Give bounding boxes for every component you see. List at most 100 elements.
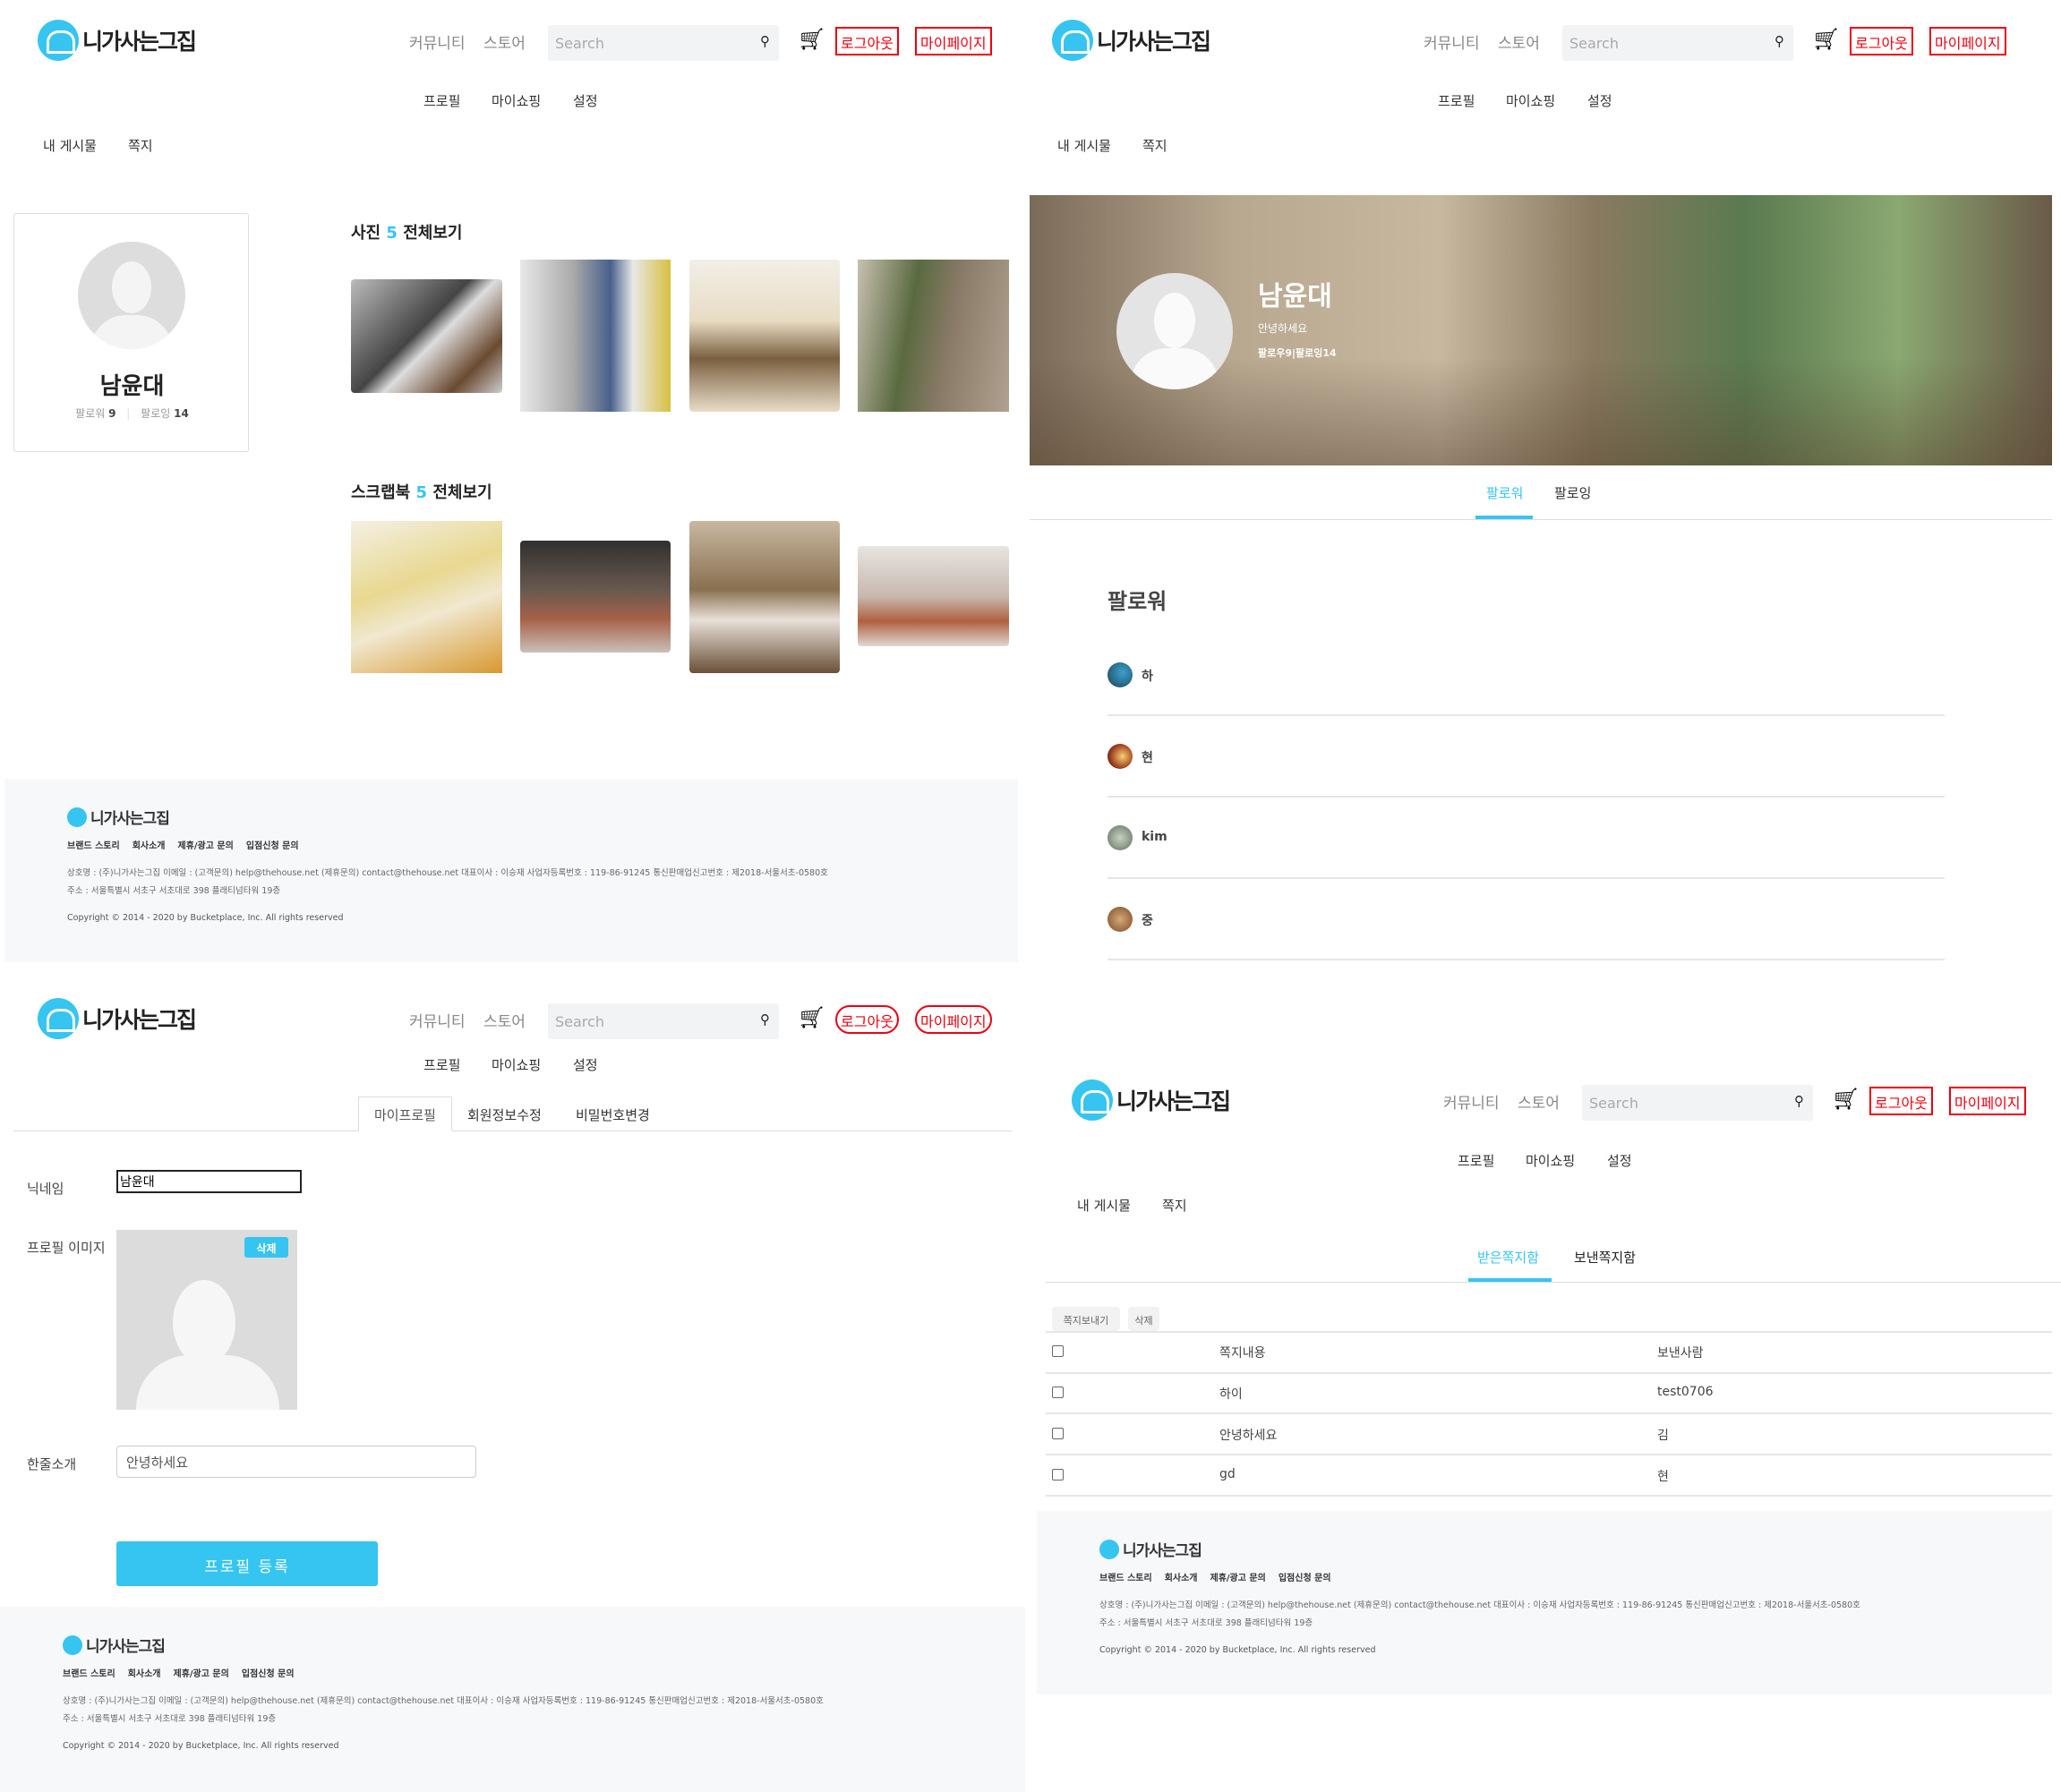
footer-link-partnership-inquiry[interactable]: 제휴/광고 문의 [178, 838, 234, 851]
scrapbook-heading[interactable]: 스크랩북 5 전체보기 [351, 480, 492, 503]
subnav-myshopping[interactable]: 마이쇼핑 [1526, 1151, 1575, 1170]
footer-link-partnership-inquiry[interactable]: 제휴/광고 문의 [1210, 1570, 1266, 1583]
tab-my-profile[interactable]: 마이프로필 [358, 1097, 452, 1131]
footer-link-brand-story[interactable]: 브랜드 스토리 [67, 838, 120, 851]
delete-messages-button[interactable]: 삭제 [1128, 1307, 1159, 1331]
mypage-button[interactable]: 마이페이지 [915, 27, 992, 55]
message-content[interactable]: 하이 [1219, 1385, 1243, 1403]
search-input[interactable]: Search ⚲ [548, 25, 779, 61]
subnav-settings[interactable]: 설정 [1587, 91, 1612, 110]
photo-thumbnail[interactable] [520, 260, 671, 412]
follower-item[interactable]: 현 [1107, 744, 1945, 780]
search-icon[interactable]: ⚲ [760, 33, 770, 49]
tab-my-posts[interactable]: 내 게시물 [43, 136, 97, 155]
logout-button[interactable]: 로그아웃 [835, 27, 899, 55]
nickname-input[interactable] [116, 1170, 302, 1193]
footer-logo[interactable]: 니가사는그집 [63, 1634, 166, 1656]
subnav-myshopping[interactable]: 마이쇼핑 [492, 91, 541, 110]
message-row[interactable]: 하이 test0706 [1046, 1372, 2052, 1414]
mypage-button[interactable]: 마이페이지 [1929, 27, 2006, 55]
tab-received-messages[interactable]: 받은쪽지함 [1477, 1248, 1539, 1267]
footer-link-partnership-inquiry[interactable]: 제휴/광고 문의 [174, 1666, 229, 1679]
nav-store[interactable]: 스토어 [483, 30, 526, 53]
tab-my-posts[interactable]: 내 게시물 [1057, 136, 1111, 155]
photo-thumbnail[interactable] [858, 260, 1009, 412]
message-row[interactable]: gd 현 [1046, 1455, 2052, 1497]
follower-item[interactable]: kim [1107, 825, 1945, 861]
tab-followers[interactable]: 팔로워 [1486, 483, 1523, 502]
subnav-profile[interactable]: 프로필 [1458, 1151, 1494, 1170]
search-icon[interactable]: ⚲ [760, 1011, 770, 1028]
footer-link-store-application[interactable]: 입점신청 문의 [242, 1666, 295, 1679]
cart-icon[interactable]: 🛒 [1834, 1088, 1858, 1111]
footer-link-brand-story[interactable]: 브랜드 스토리 [63, 1666, 115, 1679]
nav-community[interactable]: 커뮤니티 [409, 30, 466, 53]
logout-button[interactable]: 로그아웃 [1869, 1087, 1933, 1115]
message-content[interactable]: 안녕하세요 [1219, 1426, 1277, 1444]
subnav-myshopping[interactable]: 마이쇼핑 [1506, 91, 1555, 110]
site-logo[interactable]: 니가사는그집 [38, 998, 197, 1039]
tab-edit-member-info[interactable]: 회원정보수정 [467, 1105, 542, 1124]
scrapbook-thumbnail[interactable] [858, 546, 1009, 646]
subnav-profile[interactable]: 프로필 [423, 1055, 460, 1074]
subnav-settings[interactable]: 설정 [573, 1055, 598, 1074]
footer-link-store-application[interactable]: 입점신청 문의 [1279, 1570, 1331, 1583]
scrapbook-thumbnail[interactable] [689, 521, 840, 673]
follower-item[interactable]: 하 [1107, 662, 1945, 698]
delete-image-button[interactable]: 삭제 [244, 1237, 288, 1258]
site-logo[interactable]: 니가사는그집 [38, 20, 197, 61]
photo-thumbnail[interactable] [689, 260, 840, 412]
scrapbook-thumbnail[interactable] [520, 541, 671, 653]
message-checkbox[interactable] [1052, 1469, 1064, 1481]
footer-link-brand-story[interactable]: 브랜드 스토리 [1099, 1570, 1152, 1583]
tab-change-password[interactable]: 비밀번호변경 [576, 1105, 650, 1124]
scrapbook-thumbnail[interactable] [351, 521, 502, 673]
follower-item[interactable]: 중 [1107, 907, 1945, 943]
message-content[interactable]: gd [1219, 1467, 1236, 1481]
site-logo[interactable]: 니가사는그집 [1052, 20, 1211, 61]
cart-icon[interactable]: 🛒 [1814, 29, 1838, 51]
cart-icon[interactable]: 🛒 [800, 29, 824, 51]
message-checkbox[interactable] [1052, 1387, 1064, 1398]
subnav-profile[interactable]: 프로필 [423, 91, 460, 110]
photos-view-all[interactable]: 전체보기 [403, 224, 462, 243]
nav-community[interactable]: 커뮤니티 [1443, 1090, 1500, 1113]
message-checkbox[interactable] [1052, 1428, 1064, 1439]
footer-link-store-application[interactable]: 입점신청 문의 [246, 838, 299, 851]
follower-link[interactable]: 팔로워 9 [75, 407, 115, 420]
tab-messages[interactable]: 쪽지 [128, 136, 153, 155]
photos-heading[interactable]: 사진 5 전체보기 [351, 220, 462, 243]
search-icon[interactable]: ⚲ [1775, 33, 1784, 49]
following-link[interactable]: 팔로잉 14 [141, 407, 189, 420]
search-input[interactable]: Search ⚲ [548, 1003, 779, 1039]
footer-link-company-intro[interactable]: 회사소개 [133, 838, 166, 851]
select-all-checkbox[interactable] [1052, 1345, 1064, 1357]
logout-button[interactable]: 로그아웃 [1850, 27, 1913, 55]
subnav-profile[interactable]: 프로필 [1438, 91, 1475, 110]
nav-store[interactable]: 스토어 [1518, 1090, 1560, 1113]
submit-profile-button[interactable]: 프로필 등록 [116, 1541, 378, 1586]
nav-store[interactable]: 스토어 [483, 1009, 526, 1031]
footer-logo[interactable]: 니가사는그집 [67, 806, 170, 828]
nav-store[interactable]: 스토어 [1498, 30, 1540, 53]
mypage-button[interactable]: 마이페이지 [915, 1005, 992, 1034]
footer-logo[interactable]: 니가사는그집 [1099, 1538, 1202, 1560]
tab-messages[interactable]: 쪽지 [1162, 1196, 1187, 1215]
subnav-settings[interactable]: 설정 [573, 91, 598, 110]
logout-button[interactable]: 로그아웃 [835, 1005, 899, 1034]
tab-following[interactable]: 팔로잉 [1554, 483, 1591, 502]
cart-icon[interactable]: 🛒 [800, 1007, 824, 1029]
search-input[interactable]: Search ⚲ [1582, 1085, 1813, 1121]
tab-messages[interactable]: 쪽지 [1142, 136, 1167, 155]
intro-input[interactable] [116, 1446, 476, 1478]
photo-thumbnail[interactable] [351, 279, 502, 393]
subnav-myshopping[interactable]: 마이쇼핑 [492, 1055, 541, 1074]
send-message-button[interactable]: 쪽지보내기 [1052, 1307, 1120, 1331]
nav-community[interactable]: 커뮤니티 [409, 1009, 466, 1031]
scrapbook-view-all[interactable]: 전체보기 [432, 483, 492, 502]
site-logo[interactable]: 니가사는그집 [1072, 1079, 1231, 1121]
search-input[interactable]: Search ⚲ [1562, 25, 1793, 61]
subnav-settings[interactable]: 설정 [1607, 1151, 1632, 1170]
footer-link-company-intro[interactable]: 회사소개 [128, 1666, 161, 1679]
search-icon[interactable]: ⚲ [1794, 1093, 1804, 1109]
